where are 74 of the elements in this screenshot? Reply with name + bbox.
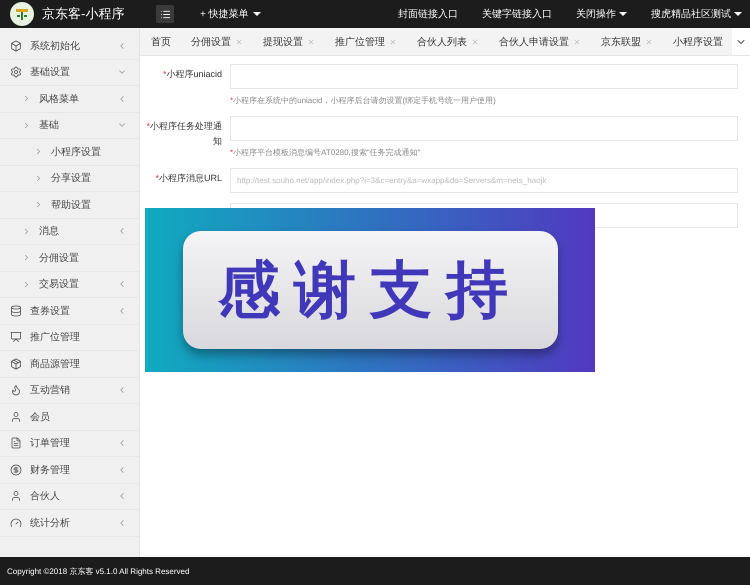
sidebar-item[interactable]: 交易设置 [0, 272, 139, 298]
close-icon[interactable] [573, 38, 581, 46]
sidebar-item[interactable]: 分佣设置 [0, 245, 139, 272]
sidebar-item[interactable]: 风格菜单 [0, 86, 139, 112]
tab[interactable]: 京东联盟 [590, 28, 662, 55]
menu-button[interactable] [156, 5, 174, 23]
tabs-dropdown-button[interactable] [732, 28, 750, 55]
input-field[interactable] [230, 64, 738, 89]
tab[interactable]: 分佣设置 [180, 28, 252, 55]
sidebar-item[interactable]: 订单管理 [0, 430, 139, 457]
copyright-text: Copyright ©2018 京东客 v5.1.0 All Rights Reserved [0, 557, 750, 585]
chevron-right-icon [22, 120, 31, 130]
menu-item-icon [10, 490, 22, 502]
chevron-right-icon [22, 280, 31, 289]
banner-text: 感谢支持 [182, 231, 558, 349]
sidebar-item[interactable]: 分享设置 [0, 166, 139, 192]
close-icon[interactable] [471, 38, 479, 46]
field-label: *小程序消息URL [154, 172, 222, 185]
close-icon[interactable] [645, 38, 653, 46]
tab[interactable]: 合伙人申请设置 [488, 28, 590, 55]
menu-item-icon [10, 66, 22, 78]
header-link[interactable]: 关键字链接入口 [482, 7, 552, 21]
sidebar-item[interactable]: 统计分析 [0, 510, 139, 536]
menu-item-icon [10, 40, 22, 52]
field-label: *小程序uniacid [162, 68, 222, 81]
header-link[interactable]: 搜虎精品社区测试 [651, 7, 742, 21]
sidebar-item[interactable]: 基础 [0, 112, 139, 139]
field-hint: *小程序在系统中的uniacid，小程序后台请勿设置(绑定手机号统一用户使用) [230, 95, 497, 106]
input-field[interactable] [230, 116, 738, 141]
sidebar-item[interactable]: 会员 [0, 404, 139, 430]
input-field[interactable]: http://test.souho.net/app/index.php?i=3&c=entry&a=wxapp&do=Servers&m=nets_haojk [230, 168, 738, 193]
chevron-right-icon [22, 253, 31, 262]
sidebar-item[interactable]: 基础设置 [0, 60, 139, 86]
menu-item-icon [10, 410, 22, 423]
sidebar-item[interactable]: 互动营销 [0, 378, 139, 404]
tab[interactable]: 提现设置 [252, 28, 324, 55]
sidebar-item[interactable]: 合伙人 [0, 484, 139, 510]
menu-item-icon [10, 358, 22, 370]
tab[interactable]: 合伙人列表 [406, 28, 488, 55]
sidebar-item[interactable]: 消息 [0, 218, 139, 245]
caret-icon [252, 12, 261, 16]
menu-item-icon [10, 304, 22, 317]
menu-item-icon [10, 437, 22, 450]
chevron-right-icon [22, 94, 31, 104]
logo-icon [10, 2, 34, 26]
menu-item-icon [10, 331, 22, 344]
header-link[interactable]: 关闭操作 [576, 7, 627, 21]
menu-item-icon [10, 516, 22, 529]
tab[interactable]: 首页 [140, 28, 180, 55]
sidebar-item[interactable]: 财务管理 [0, 457, 139, 484]
tab[interactable]: 推广位管理 [324, 28, 406, 55]
chevron-right-icon [34, 200, 43, 210]
sidebar-item[interactable]: 推广位管理 [0, 324, 139, 351]
sidebar-item[interactable]: 帮助设置 [0, 192, 139, 218]
close-icon[interactable] [307, 38, 315, 46]
sidebar-item[interactable]: 小程序设置 [0, 139, 139, 166]
chevron-right-icon [22, 226, 31, 236]
chevron-right-icon [34, 147, 43, 156]
caret-icon [619, 12, 627, 16]
close-icon[interactable] [235, 38, 243, 46]
sidebar-item[interactable]: 商品源管理 [0, 351, 139, 378]
field-hint: *小程序平台模板消息编号AT0280,搜索"任务完成通知" [230, 147, 422, 158]
sidebar-item[interactable]: 查券设置 [0, 298, 139, 324]
chevron-right-icon [34, 174, 43, 183]
menu-item-icon [10, 384, 22, 396]
sidebar-item[interactable]: 系统初始化 [0, 33, 139, 60]
field-label: *小程序任务处理通知 [145, 120, 222, 148]
menu-item-icon [10, 464, 22, 476]
close-icon[interactable] [389, 38, 397, 46]
app-title: 京东客-小程序 [42, 5, 124, 23]
quick-menu-button[interactable]: + 快捷菜单 [200, 7, 261, 21]
caret-icon [734, 12, 742, 16]
header-link[interactable]: 封面链接入口 [398, 7, 458, 21]
tab[interactable]: 小程序设置 [662, 28, 732, 55]
